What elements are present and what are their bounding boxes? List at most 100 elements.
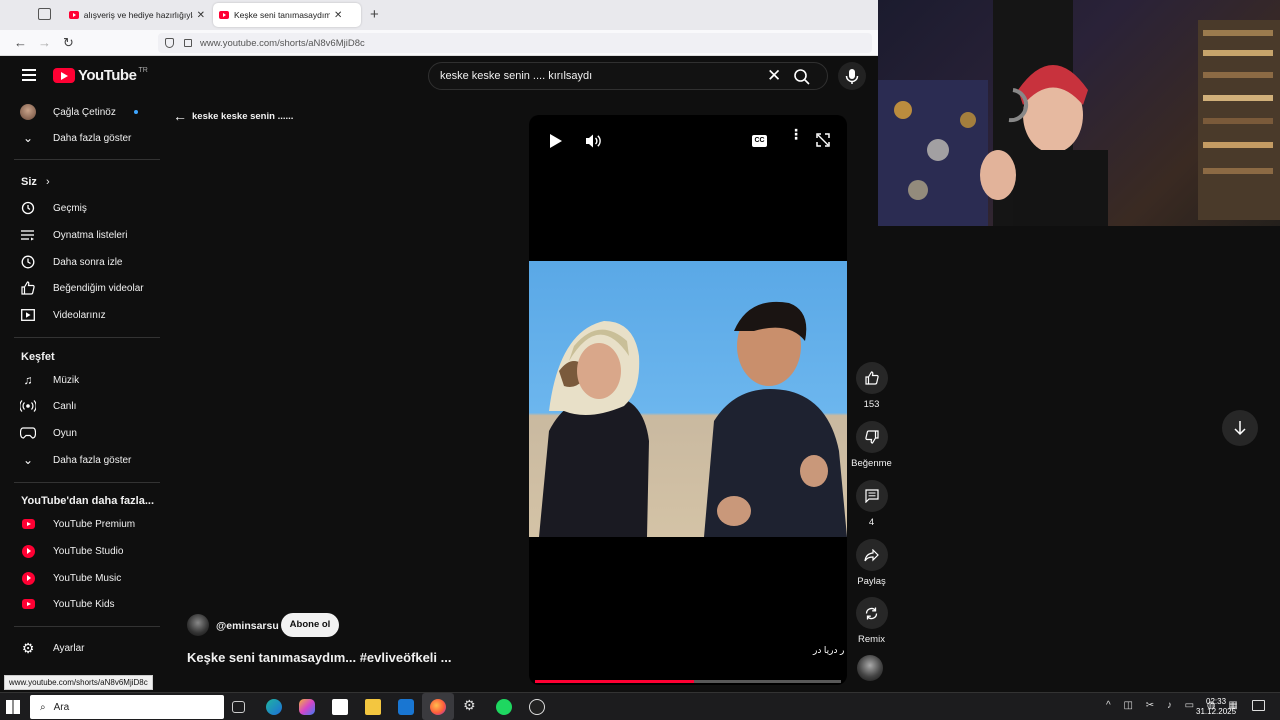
search-icon: ⌕ <box>40 701 46 713</box>
forward-arrow-icon[interactable]: → <box>38 35 51 50</box>
subscribe-button[interactable]: Abone ol <box>281 613 339 637</box>
explore-section-heading: Keşfet <box>21 351 55 363</box>
sidebar-item-history[interactable]: Geçmiş <box>20 197 160 219</box>
video-progress-bar[interactable] <box>535 680 841 683</box>
hamburger-menu-icon[interactable] <box>22 69 36 81</box>
you-section-heading[interactable]: Siz › <box>21 176 50 188</box>
new-tab-icon[interactable]: + <box>370 6 379 23</box>
sidebar-item-settings[interactable]: ⚙ Ayarlar <box>20 637 160 659</box>
browser-nav-bar: ← → ↻ www.youtube.com/shorts/aN8v6MjiD8c <box>0 30 878 56</box>
notifications-icon[interactable] <box>1252 700 1265 711</box>
sidebar-item-youtube-premium[interactable]: YouTube Premium <box>20 513 160 535</box>
sidebar-item-watch-later[interactable]: Daha sonra izle <box>20 251 160 273</box>
avatar <box>20 104 36 120</box>
more-options-icon[interactable]: ⋮ <box>789 127 803 141</box>
voice-search-button[interactable] <box>838 62 866 90</box>
task-view-icon[interactable] <box>232 701 245 713</box>
sidebar-account[interactable]: Çağla Çetinöz <box>20 101 160 123</box>
sidebar-item-playlists[interactable]: Oynatma listeleri <box>20 224 160 246</box>
fullscreen-icon[interactable] <box>816 133 830 147</box>
video-icon <box>20 307 36 323</box>
shield-icon <box>165 38 174 48</box>
playlist-icon <box>20 227 36 243</box>
reload-icon[interactable]: ↻ <box>63 35 74 51</box>
channel-name[interactable]: @eminsarsu <box>216 620 279 632</box>
close-tab-icon[interactable]: ✕ <box>334 10 342 21</box>
browser-tab[interactable]: alışveriş ve hediye hazırlığıyla gü ✕ <box>63 3 211 27</box>
spotify-icon[interactable] <box>496 699 512 715</box>
remix-label: Remix <box>858 634 885 645</box>
obs-studio-icon[interactable] <box>529 699 545 715</box>
settings-gear-icon[interactable]: ⚙ <box>463 697 479 713</box>
sidebar-item-gaming[interactable]: Oyun <box>20 422 160 444</box>
search-input[interactable]: keske keske senin .... kırılsaydı <box>440 70 592 82</box>
logo-country-code: TR <box>138 67 148 74</box>
sidebar-item-label: YouTube Premium <box>53 518 136 530</box>
clear-search-icon[interactable]: ✕ <box>767 66 781 86</box>
shorts-search-title: keske keske senin ...... <box>192 110 294 122</box>
show-more-subscriptions[interactable]: ⌄ Daha fazla göster <box>20 127 160 149</box>
sidebar-item-label: Videolarınız <box>53 309 106 321</box>
volume-icon[interactable] <box>585 133 602 149</box>
comments-button[interactable] <box>855 480 888 512</box>
close-tab-icon[interactable]: ✕ <box>197 10 205 21</box>
search-icon[interactable] <box>793 68 811 86</box>
sidebar-item-label: Canlı <box>53 400 77 412</box>
taskbar-clock[interactable]: 02:33 31.12.2025 <box>1196 697 1236 717</box>
like-action[interactable]: 153 <box>855 362 888 410</box>
remix-icon <box>865 607 878 619</box>
live-icon <box>20 398 36 414</box>
copilot-icon[interactable] <box>299 699 315 715</box>
sidebar-item-youtube-kids[interactable]: YouTube Kids <box>20 593 160 615</box>
taskbar-search-box[interactable]: ⌕ Ara <box>30 695 224 719</box>
browser-tab-active[interactable]: Keşke seni tanımasaydım... #evli ✕ <box>213 3 361 27</box>
history-icon <box>20 200 36 216</box>
tab-overview-icon[interactable] <box>38 8 51 20</box>
edge-browser-icon[interactable] <box>266 699 282 715</box>
show-more-explore[interactable]: ⌄ Daha fazla göster <box>20 449 160 471</box>
sidebar-item-liked-videos[interactable]: Beğendiğim videolar <box>20 277 160 299</box>
share-action[interactable]: Paylaş <box>855 539 888 587</box>
video-title[interactable]: Keşke seni tanımasaydım... #evliveöfkeli… <box>187 650 451 665</box>
comments-action[interactable]: 4 <box>855 480 888 528</box>
webcam-feed-image <box>878 0 1280 226</box>
shorts-video-player[interactable]: CC ⋮ ر دریا در <box>529 115 847 685</box>
youtube-premium-icon <box>20 516 36 532</box>
remix-action[interactable]: Remix <box>855 597 888 645</box>
sound-source-avatar[interactable] <box>857 655 883 681</box>
youtube-favicon-icon <box>219 11 229 19</box>
sidebar-item-your-videos[interactable]: Videolarınız <box>20 304 160 326</box>
sidebar-item-youtube-studio[interactable]: YouTube Studio <box>20 540 160 562</box>
sidebar-item-youtube-music[interactable]: YouTube Music <box>20 567 160 589</box>
share-button[interactable] <box>855 539 888 571</box>
chevron-right-icon: › <box>45 176 50 188</box>
start-menu-icon[interactable] <box>6 700 20 714</box>
dislike-button[interactable] <box>855 421 888 453</box>
sidebar-item-music[interactable]: ♫ Müzik <box>20 369 160 391</box>
search-box[interactable]: keske keske senin .... kırılsaydı ✕ <box>428 62 828 90</box>
store-icon[interactable] <box>332 699 348 715</box>
comment-icon <box>864 489 879 503</box>
closed-captions-icon[interactable]: CC <box>752 135 767 147</box>
account-name: Çağla Çetinöz <box>53 106 116 118</box>
youtube-logo[interactable]: YouTube TR <box>53 67 148 84</box>
back-arrow-icon[interactable]: ← <box>14 35 27 50</box>
dislike-label: Beğenme <box>851 458 892 469</box>
shorts-back-link[interactable]: ← keske keske senin ...... <box>173 108 293 124</box>
microphone-icon <box>845 69 859 84</box>
outlook-icon[interactable] <box>398 699 414 715</box>
dislike-action[interactable]: Beğenme <box>851 421 892 469</box>
sidebar-item-live[interactable]: Canlı <box>20 395 160 417</box>
play-icon[interactable] <box>549 133 563 149</box>
next-short-button[interactable] <box>1222 410 1258 446</box>
youtube-header: YouTube TR keske keske senin .... kırıls… <box>0 57 878 95</box>
remix-button[interactable] <box>855 597 888 629</box>
channel-avatar[interactable] <box>187 614 209 636</box>
file-explorer-icon[interactable] <box>365 699 381 715</box>
address-bar[interactable]: www.youtube.com/shorts/aN8v6MjiD8c <box>158 33 872 53</box>
windows-taskbar: ⌕ Ara ⚙ ^ ◫ ✂ ♪ ▭ ◍ ▦ 02:33 31.12.2025 <box>0 692 1280 720</box>
tab-title: Keşke seni tanımasaydım... #evli <box>234 10 330 20</box>
firefox-icon[interactable] <box>430 699 446 715</box>
you-heading-label: Siz <box>21 176 37 188</box>
like-button[interactable] <box>855 362 888 394</box>
